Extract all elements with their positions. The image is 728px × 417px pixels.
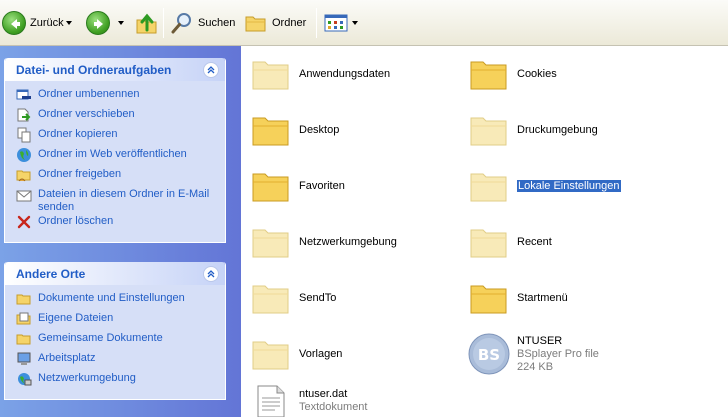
svg-text:BS: BS — [478, 346, 500, 364]
folder-up-icon — [136, 13, 157, 34]
folder-icon — [245, 16, 266, 32]
forward-arrow-icon — [86, 11, 110, 35]
file-meta: ntuser.dat Textdokument — [299, 388, 368, 413]
task-share-folder[interactable]: Ordner freigeben — [16, 167, 217, 187]
folder-icon — [252, 117, 289, 146]
folder-icon — [252, 173, 289, 202]
collapse-icon[interactable] — [203, 265, 219, 282]
email-icon — [16, 190, 32, 202]
folder-item[interactable]: Netzwerkumgebung — [251, 224, 397, 260]
forward-button[interactable] — [86, 8, 110, 38]
file-item-ntuser-dat[interactable]: ntuser.dat Textdokument — [255, 384, 367, 417]
up-folder-button[interactable] — [134, 8, 160, 38]
toolbar-separator — [316, 8, 317, 38]
toolbar: Zurück Suchen Ordner — [0, 0, 728, 46]
back-button[interactable]: Zurück — [2, 8, 64, 38]
folder-item[interactable]: Vorlagen — [251, 336, 342, 372]
folder-item[interactable]: Desktop — [251, 112, 339, 148]
folder-icon — [252, 285, 289, 314]
other-places-panel: Andere Orte Dokumente und Einstellungen … — [4, 262, 226, 400]
rename-icon — [16, 89, 31, 100]
back-dropdown-button[interactable] — [66, 8, 72, 38]
copy-icon — [17, 127, 31, 143]
folder-item[interactable]: Cookies — [469, 56, 557, 92]
folders-button[interactable]: Ordner — [244, 8, 306, 38]
place-my-documents[interactable]: Eigene Dateien — [16, 311, 217, 331]
other-places-body: Dokumente und Einstellungen Eigene Datei… — [5, 285, 225, 399]
bsplayer-file-icon: BS — [468, 333, 510, 375]
search-icon — [171, 13, 191, 34]
folder-icon — [470, 117, 507, 146]
file-folder-tasks-panel: Datei- und Ordneraufgaben Ordner umbenen… — [4, 58, 226, 243]
toolbar-separator — [163, 8, 164, 38]
folder-icon — [470, 173, 507, 202]
task-copy-folder[interactable]: Ordner kopieren — [16, 127, 217, 147]
task-email-files[interactable]: Dateien in diesem Ordner in E-Mail sende… — [16, 187, 217, 214]
folder-icon — [470, 285, 507, 314]
file-list: Anwendungsdaten Desktop Favoriten Netzwe… — [241, 46, 728, 417]
file-folder-tasks-body: Ordner umbenennen Ordner verschieben Ord… — [5, 81, 225, 242]
folder-item[interactable]: SendTo — [251, 280, 336, 316]
place-network[interactable]: Netzwerkumgebung — [16, 371, 217, 391]
chevron-down-icon — [118, 21, 124, 25]
place-my-computer[interactable]: Arbeitsplatz — [16, 351, 217, 371]
folder-icon — [252, 61, 289, 90]
file-folder-tasks-header[interactable]: Datei- und Ordneraufgaben — [5, 58, 225, 81]
collapse-icon[interactable] — [203, 61, 219, 78]
folder-icon — [470, 61, 507, 90]
folder-item[interactable]: Anwendungsdaten — [251, 56, 390, 92]
chevron-down-icon — [66, 21, 72, 25]
folder-item[interactable]: Recent — [469, 224, 552, 260]
folder-item[interactable]: Druckumgebung — [469, 112, 598, 148]
task-delete-folder[interactable]: Ordner löschen — [16, 214, 217, 234]
task-pane: Datei- und Ordneraufgaben Ordner umbenen… — [0, 46, 241, 417]
folder-item[interactable]: Startmenü — [469, 280, 568, 316]
computer-icon — [17, 352, 31, 365]
folder-icon — [252, 341, 289, 370]
search-button[interactable]: Suchen — [170, 8, 235, 38]
back-label: Zurück — [30, 17, 64, 29]
panel-title: Andere Orte — [16, 266, 86, 281]
text-document-icon — [257, 385, 285, 417]
folder-icon — [252, 229, 289, 258]
share-icon — [16, 170, 31, 182]
move-icon — [17, 108, 31, 122]
file-item-ntuser[interactable]: BS NTUSER BSplayer Pro file 224 KB — [467, 332, 599, 376]
other-places-header[interactable]: Andere Orte — [5, 262, 225, 285]
panel-title: Datei- und Ordneraufgaben — [16, 62, 172, 77]
task-move-folder[interactable]: Ordner verschieben — [16, 107, 217, 127]
back-arrow-icon — [2, 11, 26, 35]
folder-icon — [470, 229, 507, 258]
task-rename-folder[interactable]: Ordner umbenennen — [16, 87, 217, 107]
forward-dropdown-button[interactable] — [118, 8, 124, 38]
network-icon — [18, 373, 32, 386]
chevron-down-icon — [352, 21, 358, 25]
folder-icon — [16, 294, 31, 305]
folder-item[interactable]: Favoriten — [251, 168, 345, 204]
place-shared-documents[interactable]: Gemeinsame Dokumente — [16, 331, 217, 351]
my-documents-icon — [16, 312, 31, 325]
views-icon — [324, 14, 348, 32]
file-meta: NTUSER BSplayer Pro file 224 KB — [517, 334, 599, 373]
place-documents-settings[interactable]: Dokumente und Einstellungen — [16, 291, 217, 311]
folder-icon — [16, 334, 31, 345]
folder-item-selected[interactable]: Lokale Einstellungen — [469, 168, 621, 204]
search-label: Suchen — [198, 17, 236, 29]
views-button[interactable] — [324, 8, 358, 38]
delete-icon — [17, 215, 31, 229]
globe-icon — [17, 148, 31, 162]
task-publish-web[interactable]: Ordner im Web veröffentlichen — [16, 147, 217, 167]
folders-label: Ordner — [272, 17, 307, 29]
